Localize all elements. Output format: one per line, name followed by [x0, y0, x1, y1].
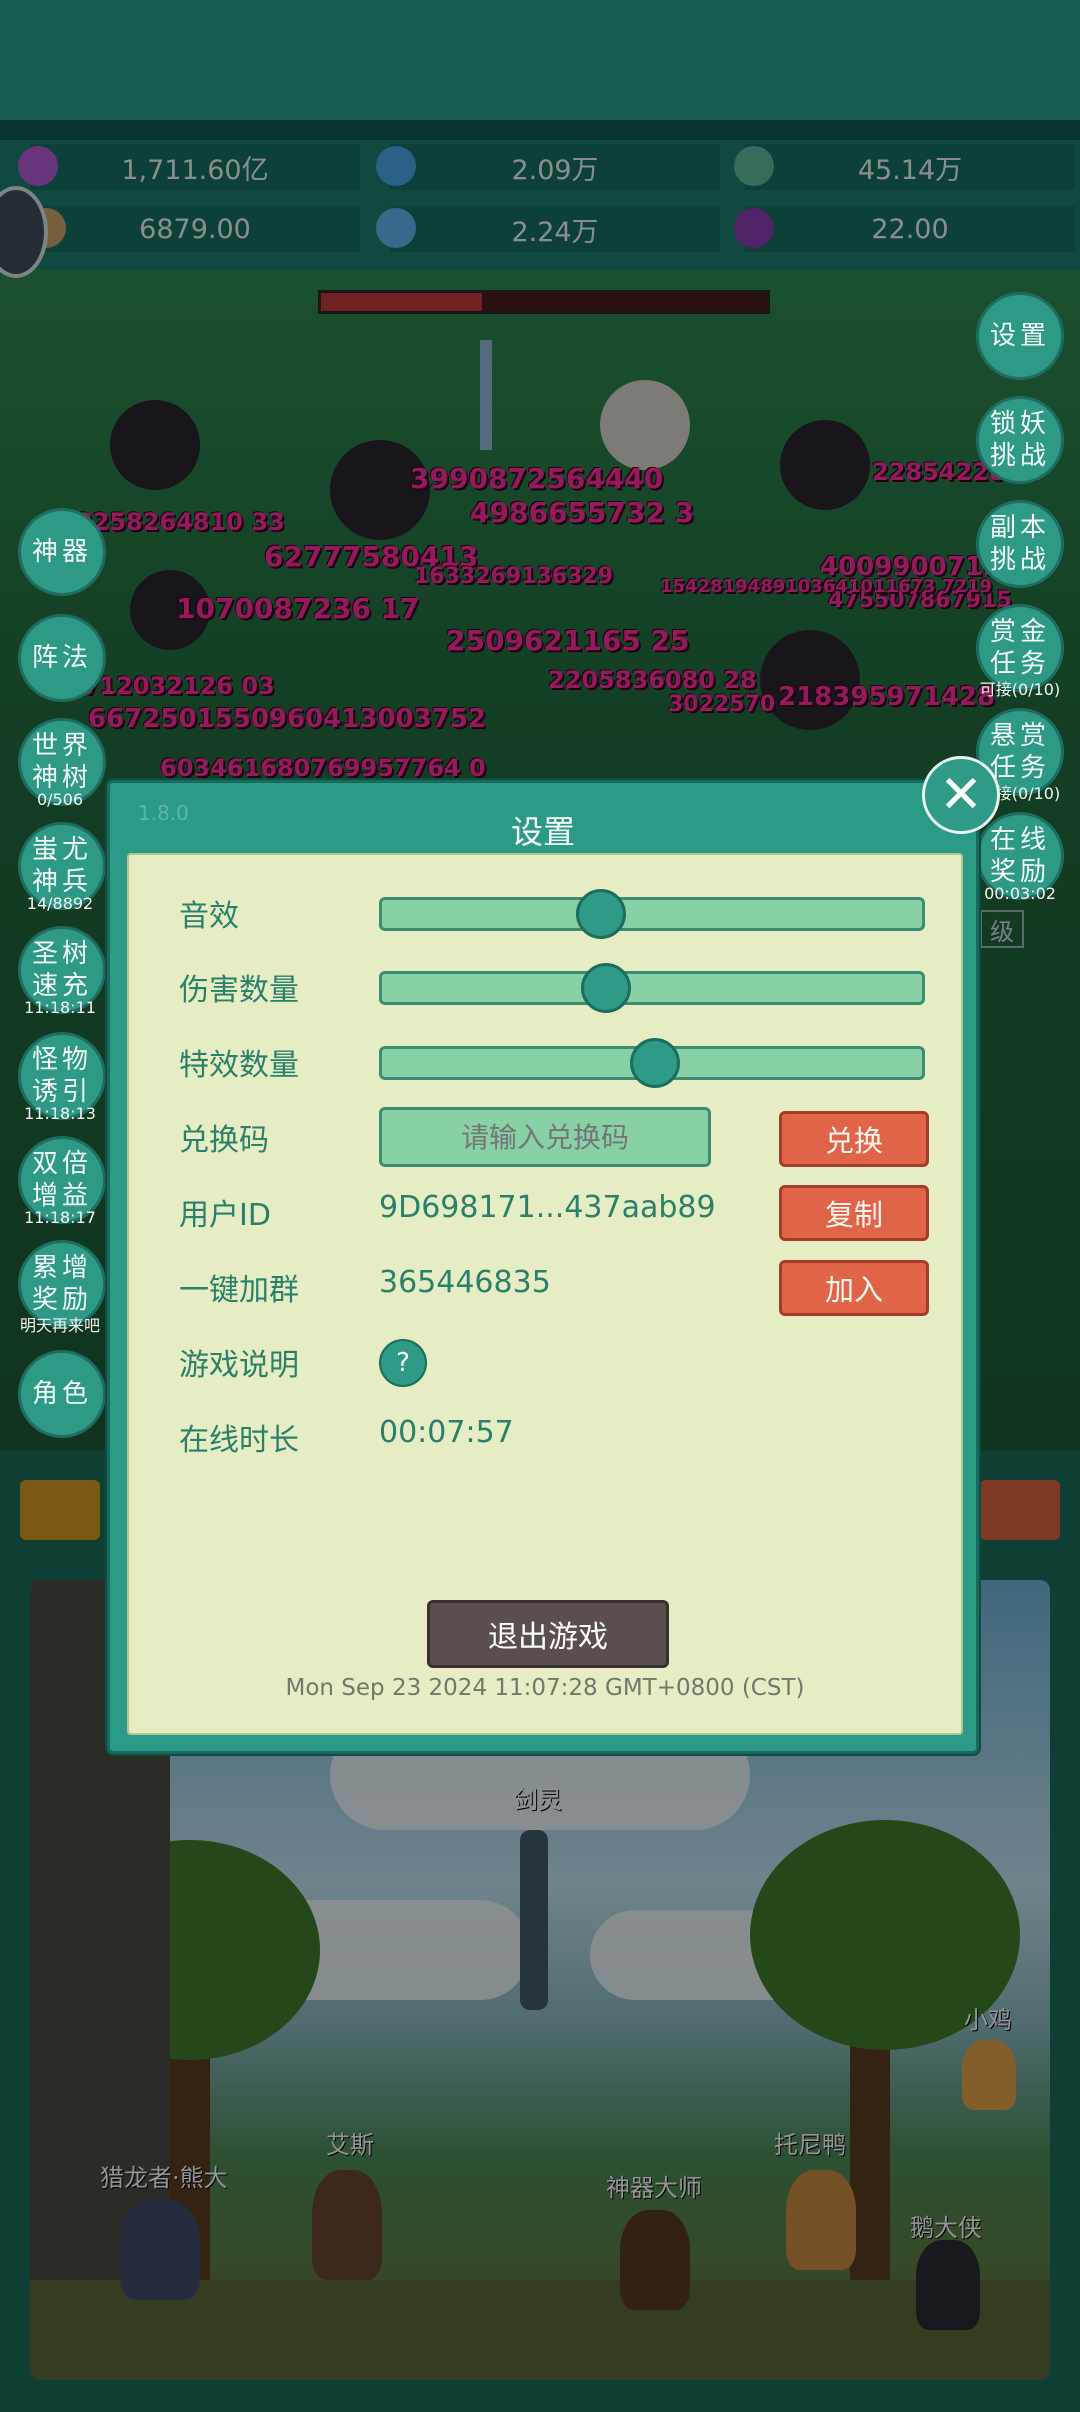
online-reward-timer: 00:03:02: [984, 884, 1056, 903]
formation-button[interactable]: 阵法: [18, 614, 106, 702]
monster-lure-timer: 11:18:13: [24, 1104, 96, 1123]
button-label: 怪物诱引: [31, 1045, 92, 1107]
button-label: 圣树速充: [31, 939, 92, 1001]
redeem-code-input[interactable]: [379, 1107, 711, 1167]
sound-slider[interactable]: [379, 889, 925, 939]
double-buff-timer: 11:18:17: [24, 1208, 96, 1227]
online-time-value: 00:07:57: [379, 1415, 514, 1450]
current-datetime: Mon Sep 23 2024 11:07:28 GMT+0800 (CST): [285, 1675, 805, 1701]
dialog-title: 设置: [510, 813, 575, 851]
damage-count-label: 伤害数量: [179, 973, 299, 1008]
bounty-task-status: 可接(0/10): [979, 680, 1061, 699]
tree-recharge-timer: 11:18:11: [24, 998, 96, 1017]
character-button[interactable]: 角色: [18, 1350, 106, 1438]
button-label: 锁妖挑战: [989, 409, 1050, 471]
redeem-button[interactable]: 兑换: [779, 1111, 929, 1167]
button-label: 悬赏任务: [989, 721, 1050, 783]
sound-slider-knob[interactable]: [576, 889, 626, 939]
user-id-label: 用户ID: [179, 1198, 271, 1233]
effects-count-label: 特效数量: [179, 1048, 299, 1083]
settings-dialog: 1.8.0 设置 音效 伤害数量 特效数量 兑换码 兑换 用户ID 9D6981…: [107, 780, 979, 1754]
close-icon[interactable]: ✕: [922, 756, 1000, 834]
join-group-label: 一键加群: [179, 1273, 299, 1308]
exit-game-button[interactable]: 退出游戏: [427, 1600, 669, 1668]
cumulative-reward-status: 明天再来吧: [19, 1316, 100, 1335]
damage-count-slider-knob[interactable]: [581, 963, 632, 1013]
online-time-label: 在线时长: [179, 1423, 299, 1458]
button-label: 在线奖励: [989, 825, 1050, 887]
join-button[interactable]: 加入: [779, 1260, 929, 1316]
artifact-button[interactable]: 神器: [18, 508, 106, 596]
group-number: 365446835: [379, 1265, 551, 1300]
redeem-code-label: 兑换码: [179, 1123, 269, 1158]
button-label: 副本挑战: [989, 513, 1050, 575]
button-label: 双倍增益: [31, 1149, 92, 1211]
dungeon-button[interactable]: 副本挑战: [976, 500, 1064, 588]
settings-button[interactable]: 设置: [976, 292, 1064, 380]
button-label: 蚩尤神兵: [31, 835, 92, 897]
sound-label: 音效: [179, 899, 239, 934]
damage-count-slider[interactable]: [379, 963, 925, 1013]
dialog-body: 音效 伤害数量 特效数量 兑换码 兑换 用户ID 9D698171...437a…: [127, 853, 963, 1735]
effects-count-slider[interactable]: [379, 1038, 925, 1088]
user-id-value: 9D698171...437aab89: [379, 1190, 716, 1225]
button-label: 设置: [989, 321, 1050, 351]
button-label: 神器: [31, 537, 92, 567]
button-label: 累增奖励: [31, 1253, 92, 1315]
button-label: 角色: [31, 1379, 92, 1409]
world-tree-progress: 0/506: [36, 790, 84, 809]
game-guide-label: 游戏说明: [179, 1348, 299, 1383]
button-label: 赏金任务: [989, 617, 1050, 679]
help-icon[interactable]: ?: [379, 1339, 427, 1387]
effects-count-slider-knob[interactable]: [630, 1038, 680, 1088]
copy-button[interactable]: 复制: [779, 1185, 929, 1241]
chiyou-weapon-progress: 14/8892: [26, 894, 94, 913]
demon-lock-button[interactable]: 锁妖挑战: [976, 396, 1064, 484]
button-label: 世界神树: [31, 731, 92, 793]
button-label: 阵法: [31, 643, 92, 673]
